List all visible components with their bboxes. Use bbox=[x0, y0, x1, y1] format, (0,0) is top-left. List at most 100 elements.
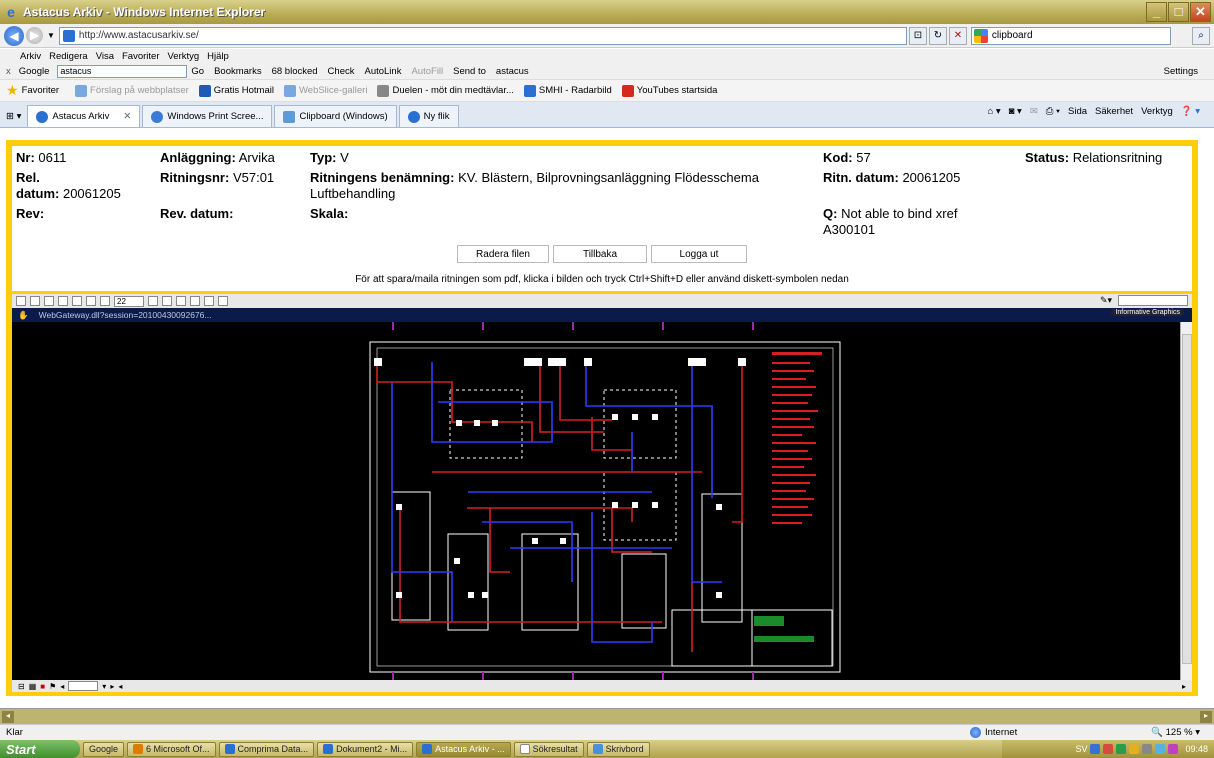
menu-arkiv[interactable]: Arkiv bbox=[20, 51, 41, 62]
stop-icon[interactable]: ✕ bbox=[948, 26, 967, 45]
mail-icon[interactable]: ✉ bbox=[1030, 106, 1038, 117]
stop-square-icon[interactable]: ■ bbox=[40, 682, 45, 691]
fav-hotmail[interactable]: Gratis Hotmail bbox=[198, 84, 274, 97]
save-disk-icon[interactable] bbox=[44, 296, 54, 306]
tray-icon[interactable] bbox=[1103, 744, 1114, 754]
grid-icon[interactable]: ▦ bbox=[29, 682, 37, 691]
search-go-icon[interactable]: ⌕ bbox=[1192, 26, 1210, 45]
refresh-icon[interactable]: ↻ bbox=[928, 26, 947, 45]
compat-view-icon[interactable]: ⊡ bbox=[908, 26, 927, 45]
delete-file-button[interactable]: Radera filen bbox=[457, 245, 549, 263]
page-dropdown-icon[interactable]: ▾ bbox=[102, 682, 106, 691]
sendto-button[interactable]: Send to bbox=[453, 66, 486, 77]
tray-icon[interactable] bbox=[1142, 744, 1153, 754]
logout-button[interactable]: Logga ut bbox=[651, 245, 747, 263]
start-button[interactable]: Start bbox=[0, 740, 80, 758]
autolink-button[interactable]: AutoLink bbox=[364, 66, 401, 77]
tab-astacus-arkiv[interactable]: Astacus Arkiv ✕ bbox=[27, 105, 141, 127]
prev-page-icon[interactable]: ◂ bbox=[118, 682, 122, 691]
compare-icon[interactable] bbox=[58, 296, 68, 306]
edit-icon[interactable] bbox=[16, 296, 26, 306]
google-go-button[interactable]: Go bbox=[191, 66, 204, 77]
layers-icon[interactable] bbox=[204, 296, 214, 306]
forward-icon[interactable]: ▶ bbox=[26, 27, 43, 44]
back-icon[interactable]: ◀ bbox=[4, 25, 24, 46]
url-input[interactable]: http://www.astacusarkiv.se/ bbox=[58, 26, 907, 45]
taskbar-item[interactable]: 6 Microsoft Of... bbox=[127, 741, 216, 757]
hscroll-right-icon[interactable]: ▸ bbox=[1182, 682, 1186, 691]
taskbar-item[interactable]: Google bbox=[83, 741, 125, 757]
markup-icon[interactable]: ✎▾ bbox=[1100, 295, 1112, 306]
astacus-highlight-button[interactable]: astacus bbox=[496, 66, 529, 77]
tab-close-icon[interactable]: ✕ bbox=[123, 111, 131, 122]
tray-icon[interactable] bbox=[1155, 744, 1166, 754]
fav-youtube[interactable]: YouTubes startsida bbox=[621, 84, 717, 97]
cmd-page[interactable]: Sida bbox=[1068, 106, 1087, 117]
help-icon[interactable]: ❓ ▾ bbox=[1181, 106, 1200, 117]
clock[interactable]: 09:48 bbox=[1185, 744, 1208, 754]
taskbar-item[interactable]: Sökresultat bbox=[513, 741, 584, 757]
close-button[interactable]: ✕ bbox=[1190, 2, 1211, 22]
print-icon[interactable]: ⎙ ▾ bbox=[1046, 106, 1060, 117]
first-page-icon[interactable]: ◂ bbox=[60, 682, 64, 691]
maximize-button[interactable]: □ bbox=[1168, 2, 1189, 22]
language-indicator[interactable]: SV bbox=[1075, 744, 1087, 754]
minimize-button[interactable]: _ bbox=[1146, 2, 1167, 22]
viewer-vertical-scrollbar[interactable] bbox=[1180, 322, 1192, 680]
zoom-window-icon[interactable] bbox=[176, 296, 186, 306]
menu-verktyg[interactable]: Verktyg bbox=[167, 51, 199, 62]
menu-hjalp[interactable]: Hjälp bbox=[207, 51, 229, 62]
google-search-input[interactable]: astacus bbox=[57, 64, 188, 78]
pages-icon[interactable] bbox=[100, 296, 110, 306]
taskbar-item-active[interactable]: Astacus Arkiv - ... bbox=[416, 741, 511, 757]
spellcheck-button[interactable]: Check bbox=[328, 66, 355, 77]
zoom-out-icon[interactable] bbox=[190, 296, 200, 306]
tray-icon[interactable] bbox=[1116, 744, 1127, 754]
taskbar-item[interactable]: Skrivbord bbox=[586, 741, 650, 757]
toolbar-close-icon[interactable]: x bbox=[6, 66, 11, 77]
layout-icon[interactable]: ⊟ bbox=[18, 682, 25, 691]
tab-new[interactable]: Ny flik bbox=[398, 105, 459, 127]
home-icon[interactable]: ⌂ ▾ bbox=[988, 106, 1001, 117]
tray-icon[interactable] bbox=[1090, 744, 1101, 754]
menu-visa[interactable]: Visa bbox=[96, 51, 114, 62]
cmd-tools[interactable]: Verktyg bbox=[1141, 106, 1173, 117]
fav-suggested-sites[interactable]: Förslag på webbplatser bbox=[75, 84, 189, 97]
next-page-icon[interactable]: ▸ bbox=[110, 682, 114, 691]
markup-select[interactable] bbox=[1118, 295, 1188, 306]
fav-duelen[interactable]: Duelen - möt din medtävlar... bbox=[377, 84, 514, 97]
rotate-icon[interactable] bbox=[148, 296, 158, 306]
bookmarks-button[interactable]: Bookmarks bbox=[214, 66, 262, 77]
info-icon[interactable] bbox=[218, 296, 228, 306]
select-icon[interactable] bbox=[72, 296, 82, 306]
autofill-button[interactable]: AutoFill bbox=[411, 66, 443, 77]
settings-button[interactable]: Settings bbox=[1164, 66, 1198, 77]
search-input[interactable]: clipboard bbox=[970, 26, 1171, 45]
feeds-icon[interactable]: ◙ ▾ bbox=[1009, 106, 1022, 117]
history-dropdown-icon[interactable]: ▼ bbox=[47, 31, 55, 40]
back-button[interactable]: Tillbaka bbox=[553, 245, 647, 263]
page-icon[interactable] bbox=[86, 296, 96, 306]
popup-blocked-button[interactable]: 68 blocked bbox=[272, 66, 318, 77]
taskbar-item[interactable]: Comprima Data... bbox=[218, 741, 315, 757]
tab-windows-print-screen[interactable]: Windows Print Scree... bbox=[142, 105, 273, 127]
menu-favoriter[interactable]: Favoriter bbox=[122, 51, 159, 62]
bookmark-icon[interactable]: ⚑ bbox=[49, 682, 56, 691]
menu-redigera[interactable]: Redigera bbox=[49, 51, 88, 62]
print-icon[interactable] bbox=[30, 296, 40, 306]
fav-smhi[interactable]: SMHI - Radarbild bbox=[523, 84, 612, 97]
tray-icon[interactable] bbox=[1168, 744, 1179, 754]
favorites-star-icon[interactable]: ★ bbox=[6, 82, 19, 99]
tab-clipboard-windows[interactable]: Clipboard (Windows) bbox=[274, 105, 397, 127]
quick-tabs-icon[interactable]: ⊞ ▾ bbox=[6, 111, 21, 122]
zoom-select[interactable]: 22 bbox=[114, 295, 144, 307]
favorites-button[interactable]: Favoriter bbox=[22, 85, 59, 96]
zoom-level[interactable]: 🔍 125 % ▾ bbox=[1151, 727, 1200, 738]
pan-hand-icon[interactable]: ✋ bbox=[18, 310, 29, 321]
page-select[interactable] bbox=[68, 681, 99, 691]
scroll-left-icon[interactable]: ◂ bbox=[2, 711, 14, 723]
tray-icon[interactable] bbox=[1129, 744, 1140, 754]
drawing-canvas[interactable] bbox=[12, 322, 1180, 680]
cmd-security[interactable]: Säkerhet bbox=[1095, 106, 1133, 117]
page-horizontal-scrollbar[interactable]: ◂ ▸ bbox=[0, 708, 1214, 724]
